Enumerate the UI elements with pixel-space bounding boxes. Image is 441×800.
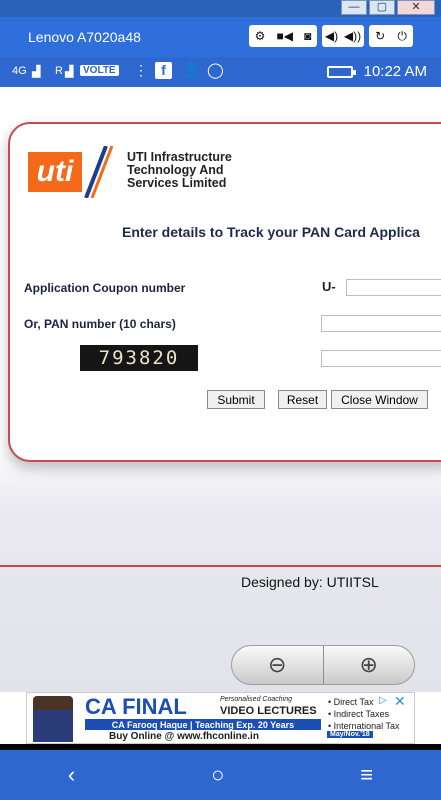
battery-charging-icon (327, 66, 356, 78)
menu-icon[interactable]: ≡ (360, 762, 373, 788)
zoom-in-icon[interactable]: ⊕ (322, 646, 415, 684)
minimize-icon[interactable]: — (341, 0, 367, 15)
close-window-button[interactable]: Close Window (331, 390, 428, 409)
network-4g-indicator: 4G (12, 65, 27, 77)
emulator-header: Lenovo A7020a48 ⚙ ■◀ ◙ ◀) ◀)) ↻ ⏻ (0, 17, 441, 57)
device-name: Lenovo A7020a48 (28, 29, 141, 45)
ad-date-badge: May/Nov.'18 (327, 731, 373, 738)
more-dots-icon: ⋮ (134, 62, 148, 78)
zoom-out-icon[interactable]: ⊖ (232, 646, 323, 684)
captcha-input[interactable] (321, 350, 441, 367)
volume-down-icon[interactable]: ◀) (325, 29, 338, 43)
android-status-bar: 4G ▟ R ▟ VOLTE ⋮ f 👤 ◯ 10:22 AM (0, 57, 441, 87)
ad-person-image (33, 696, 73, 742)
volume-up-icon[interactable]: ◀)) (344, 29, 361, 43)
gear-icon[interactable]: ⚙ (255, 29, 266, 43)
back-icon[interactable]: ‹ (68, 762, 75, 788)
signal-icon-2: ▟ (65, 66, 74, 78)
home-icon[interactable]: ○ (211, 762, 224, 788)
footer-divider (0, 565, 441, 567)
ad-bullet-2: • Indirect Taxes (328, 709, 390, 719)
company-name: UTI Infrastructure Technology And Servic… (127, 151, 232, 190)
signal-icon: ▟ (32, 66, 41, 78)
rotate-icon[interactable]: ↻ (375, 29, 385, 43)
uti-logo-stripes (84, 146, 114, 198)
coupon-prefix: U- (322, 279, 336, 294)
volte-badge: VOLTE (80, 65, 119, 76)
friend-request-icon: 👤 (182, 62, 201, 79)
capture-toolbar: ⚙ ■◀ ◙ (249, 25, 317, 47)
ad-personalised-text: Personalised Coaching (220, 696, 292, 703)
ad-bullet-3: • International Tax (328, 721, 400, 731)
camera-icon[interactable]: ◙ (304, 29, 311, 43)
ad-close-icon[interactable]: ✕ (394, 693, 406, 710)
ad-buy-online: Buy Online @ www.fhconline.in (109, 731, 259, 742)
roaming-indicator: R (55, 65, 63, 77)
pan-label: Or, PAN number (10 chars) (24, 317, 176, 331)
ad-bullet-1: • Direct Tax (328, 697, 374, 707)
maximize-icon[interactable]: ▢ (369, 0, 395, 15)
captcha-image: 793820 (80, 345, 198, 371)
company-line-3: Services Limited (127, 176, 227, 190)
designed-by-text: Designed by: UTIITSL (241, 574, 379, 590)
ad-info-icon[interactable]: ▷ (379, 695, 387, 706)
power-icon[interactable]: ⏻ (397, 29, 407, 44)
clock: 10:22 AM (363, 63, 427, 80)
close-icon[interactable]: ✕ (397, 0, 435, 15)
web-page: uti UTI Infrastructure Technology And Se… (0, 87, 441, 692)
page-heading: Enter details to Track your PAN Card App… (122, 224, 420, 240)
coupon-label: Application Coupon number (24, 281, 186, 295)
window-titlebar: — ▢ ✕ (0, 0, 441, 17)
pan-number-input[interactable] (321, 315, 441, 332)
whatsapp-icon: ◯ (207, 62, 224, 79)
track-pan-form-card: uti UTI Infrastructure Technology And Se… (8, 122, 441, 462)
coupon-number-input[interactable] (346, 279, 441, 296)
android-nav-bar: ‹ ○ ≡ (0, 750, 441, 800)
ad-video-lectures: VIDEO LECTURES (220, 705, 317, 717)
zoom-controls: ⊖ ⊕ (231, 645, 415, 685)
ad-title: CA FINAL (85, 694, 187, 719)
ad-teacher-strip: CA Farooq Haque | Teaching Exp. 20 Years (85, 719, 321, 730)
ad-banner[interactable]: CA FINAL Personalised Coaching VIDEO LEC… (26, 692, 415, 744)
power-toolbar: ↻ ⏻ (369, 25, 413, 47)
volume-toolbar: ◀) ◀)) (322, 25, 364, 47)
video-camera-icon[interactable]: ■◀ (277, 29, 293, 43)
uti-logo: uti (28, 152, 82, 192)
submit-button[interactable]: Submit (207, 390, 265, 409)
facebook-icon: f (155, 62, 172, 79)
reset-button[interactable]: Reset (278, 390, 327, 409)
